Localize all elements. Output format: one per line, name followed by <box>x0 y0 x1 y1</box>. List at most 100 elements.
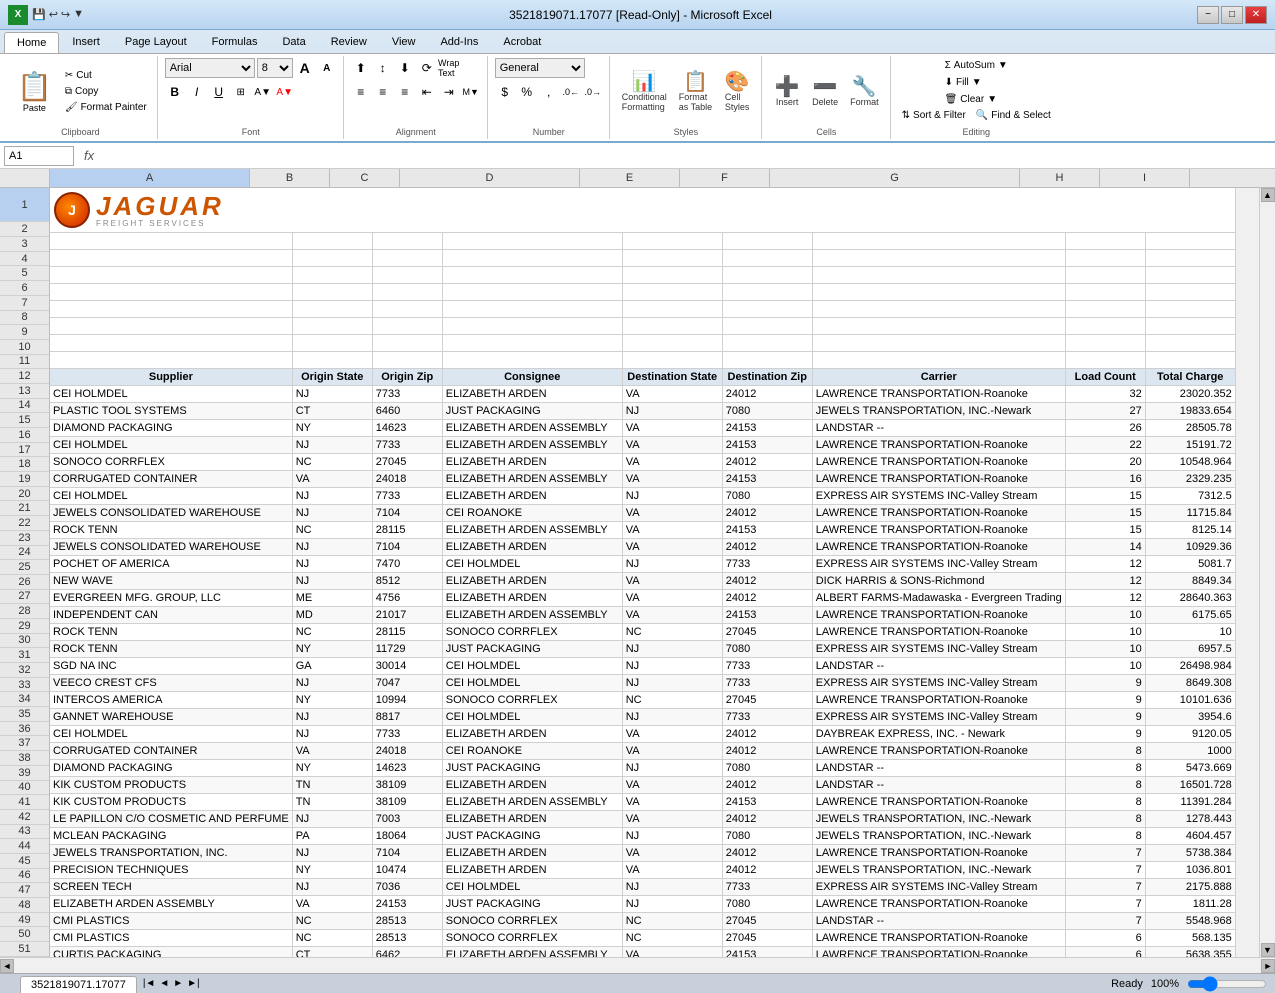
data-cell-39-0[interactable]: PRECISION TECHNIQUES <box>50 862 292 879</box>
data-cell-36-4[interactable]: VA <box>622 811 722 828</box>
delete-button[interactable]: ➖ Delete <box>807 74 843 110</box>
data-cell-16-6[interactable]: LAWRENCE TRANSPORTATION-Roanoke <box>812 471 1065 488</box>
cell-3-6[interactable] <box>812 250 1065 267</box>
wrap-text-button[interactable]: Wrap Text <box>439 58 459 78</box>
tab-addins[interactable]: Add-Ins <box>428 32 490 53</box>
cell-6-5[interactable] <box>722 301 812 318</box>
data-cell-19-5[interactable]: 24153 <box>722 522 812 539</box>
data-cell-21-4[interactable]: NJ <box>622 556 722 573</box>
data-cell-34-5[interactable]: 24012 <box>722 777 812 794</box>
paste-button[interactable]: 📋 Paste <box>10 67 59 116</box>
data-cell-22-3[interactable]: ELIZABETH ARDEN <box>442 573 622 590</box>
data-cell-42-7[interactable]: 7 <box>1065 913 1145 930</box>
data-cell-15-2[interactable]: 27045 <box>372 454 442 471</box>
data-cell-24-2[interactable]: 21017 <box>372 607 442 624</box>
cell-2-7[interactable] <box>1065 233 1145 250</box>
data-cell-26-6[interactable]: EXPRESS AIR SYSTEMS INC-Valley Stream <box>812 641 1065 658</box>
data-cell-16-2[interactable]: 24018 <box>372 471 442 488</box>
cell-3-4[interactable] <box>622 250 722 267</box>
clear-button[interactable]: 🗑 Clear ▼ <box>941 92 1002 107</box>
data-cell-35-8[interactable]: 11391.284 <box>1145 794 1235 811</box>
data-cell-26-8[interactable]: 6957.5 <box>1145 641 1235 658</box>
cell-5-3[interactable] <box>442 284 622 301</box>
autosum-button[interactable]: Σ AutoSum ▼ <box>941 58 1012 73</box>
header-cell-0[interactable]: Supplier <box>50 369 292 386</box>
col-header-C[interactable]: C <box>330 169 400 187</box>
data-cell-41-8[interactable]: 1811.28 <box>1145 896 1235 913</box>
data-cell-14-6[interactable]: LAWRENCE TRANSPORTATION-Roanoke <box>812 437 1065 454</box>
cell-9-5[interactable] <box>722 352 812 369</box>
data-cell-43-4[interactable]: NC <box>622 930 722 947</box>
cell-2-1[interactable] <box>292 233 372 250</box>
data-cell-28-3[interactable]: CEI HOLMDEL <box>442 675 622 692</box>
data-cell-18-0[interactable]: JEWELS CONSOLIDATED WAREHOUSE <box>50 505 292 522</box>
copy-button[interactable]: ⧉ Copy <box>61 84 151 99</box>
sheet-next-button[interactable]: ► <box>173 978 183 989</box>
cell-4-0[interactable] <box>50 267 292 284</box>
data-cell-24-6[interactable]: LAWRENCE TRANSPORTATION-Roanoke <box>812 607 1065 624</box>
data-cell-25-4[interactable]: NC <box>622 624 722 641</box>
data-cell-11-4[interactable]: VA <box>622 386 722 403</box>
data-cell-32-7[interactable]: 8 <box>1065 743 1145 760</box>
data-cell-37-3[interactable]: JUST PACKAGING <box>442 828 622 845</box>
data-cell-29-3[interactable]: SONOCO CORRFLEX <box>442 692 622 709</box>
font-color-button[interactable]: A▼ <box>275 82 295 102</box>
find-select-button[interactable]: 🔍 Find & Select <box>972 108 1055 123</box>
cell-7-6[interactable] <box>812 318 1065 335</box>
cell-5-5[interactable] <box>722 284 812 301</box>
cell-7-2[interactable] <box>372 318 442 335</box>
data-cell-34-0[interactable]: KIK CUSTOM PRODUCTS <box>50 777 292 794</box>
data-cell-36-1[interactable]: NJ <box>292 811 372 828</box>
scroll-down-button[interactable]: ▼ <box>1261 943 1275 957</box>
data-cell-39-2[interactable]: 10474 <box>372 862 442 879</box>
data-cell-32-6[interactable]: LAWRENCE TRANSPORTATION-Roanoke <box>812 743 1065 760</box>
cell-3-1[interactable] <box>292 250 372 267</box>
data-cell-12-6[interactable]: JEWELS TRANSPORTATION, INC.-Newark <box>812 403 1065 420</box>
data-cell-23-3[interactable]: ELIZABETH ARDEN <box>442 590 622 607</box>
data-cell-25-0[interactable]: ROCK TENN <box>50 624 292 641</box>
cell-4-6[interactable] <box>812 267 1065 284</box>
data-cell-18-4[interactable]: VA <box>622 505 722 522</box>
data-cell-21-0[interactable]: POCHET OF AMERICA <box>50 556 292 573</box>
header-cell-1[interactable]: Origin State <box>292 369 372 386</box>
data-cell-41-6[interactable]: LAWRENCE TRANSPORTATION-Roanoke <box>812 896 1065 913</box>
comma-button[interactable]: , <box>539 82 559 102</box>
cell-5-8[interactable] <box>1145 284 1235 301</box>
font-size-select[interactable]: 8 <box>257 58 293 78</box>
data-cell-43-7[interactable]: 6 <box>1065 930 1145 947</box>
cell-8-3[interactable] <box>442 335 622 352</box>
col-header-A[interactable]: A <box>50 169 250 187</box>
cell-7-0[interactable] <box>50 318 292 335</box>
data-cell-30-5[interactable]: 7733 <box>722 709 812 726</box>
cell-3-7[interactable] <box>1065 250 1145 267</box>
data-cell-32-0[interactable]: CORRUGATED CONTAINER <box>50 743 292 760</box>
data-cell-41-0[interactable]: ELIZABETH ARDEN ASSEMBLY <box>50 896 292 913</box>
data-cell-36-6[interactable]: JEWELS TRANSPORTATION, INC.-Newark <box>812 811 1065 828</box>
cell-8-6[interactable] <box>812 335 1065 352</box>
cut-button[interactable]: ✂ Cut <box>61 68 151 83</box>
vertical-scrollbar[interactable]: ▲ ▼ <box>1259 188 1275 957</box>
decrease-indent-button[interactable]: ⇤ <box>417 82 437 102</box>
data-cell-42-3[interactable]: SONOCO CORRFLEX <box>442 913 622 930</box>
data-cell-37-6[interactable]: JEWELS TRANSPORTATION, INC.-Newark <box>812 828 1065 845</box>
data-cell-28-8[interactable]: 8649.308 <box>1145 675 1235 692</box>
data-cell-35-4[interactable]: VA <box>622 794 722 811</box>
data-cell-26-0[interactable]: ROCK TENN <box>50 641 292 658</box>
data-cell-38-4[interactable]: VA <box>622 845 722 862</box>
align-top-button[interactable]: ⬆ <box>351 58 371 78</box>
cell-4-7[interactable] <box>1065 267 1145 284</box>
conditional-formatting-button[interactable]: 📊 ConditionalFormatting <box>617 69 672 115</box>
data-cell-27-1[interactable]: GA <box>292 658 372 675</box>
data-cell-15-3[interactable]: ELIZABETH ARDEN <box>442 454 622 471</box>
data-cell-21-5[interactable]: 7733 <box>722 556 812 573</box>
cell-9-0[interactable] <box>50 352 292 369</box>
data-cell-13-3[interactable]: ELIZABETH ARDEN ASSEMBLY <box>442 420 622 437</box>
data-cell-44-4[interactable]: VA <box>622 947 722 958</box>
data-cell-43-3[interactable]: SONOCO CORRFLEX <box>442 930 622 947</box>
data-cell-26-5[interactable]: 7080 <box>722 641 812 658</box>
increase-font-button[interactable]: A <box>295 58 315 78</box>
cell-8-7[interactable] <box>1065 335 1145 352</box>
tab-formulas[interactable]: Formulas <box>200 32 270 53</box>
data-cell-31-0[interactable]: CEI HOLMDEL <box>50 726 292 743</box>
cell-6-4[interactable] <box>622 301 722 318</box>
